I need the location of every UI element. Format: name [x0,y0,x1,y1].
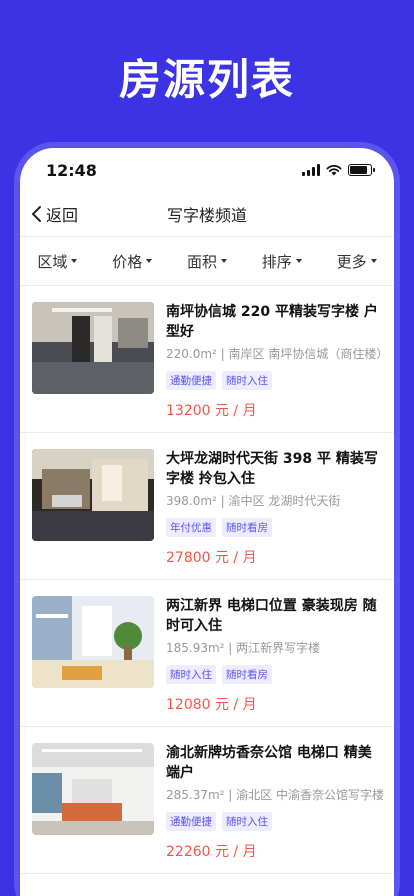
listing-title: 大坪龙湖时代天街 398 平 精装写字楼 拎包入住 [166,451,378,487]
filter-price[interactable]: 价格 [112,251,153,272]
caret-down-icon [370,259,377,263]
listing-photo [32,743,154,835]
filter-sort[interactable]: 排序 [262,251,302,272]
listing-item[interactable]: 两江新界 电梯口位置 豪装现房 随时可入住 185.93m² | 两江新界写字楼… [20,580,394,727]
listing-info: 渝北新牌坊香奈公馆 电梯口 精美端户 285.37m² | 渝北区 中渝香奈公馆… [166,743,384,860]
banner-title: 房源列表 [118,55,295,104]
listing-tag: 年付优惠 [166,518,216,537]
listing-meta: 285.37m² | 渝北区 中渝香奈公馆写字楼 [166,788,384,802]
listing-info: 两江新界 电梯口位置 豪装现房 随时可入住 185.93m² | 两江新界写字楼… [166,596,384,713]
listing-tag: 随时看房 [222,518,272,537]
listing-price: 12080 元 / 月 [166,697,257,713]
listing-title: 两江新界 电梯口位置 豪装现房 随时可入住 [166,598,377,634]
nav-bar: 返回 写字楼频道 [20,192,394,236]
listing-title: 渝北新牌坊香奈公馆 电梯口 精美端户 [166,745,372,781]
listing-tag: 通勤便捷 [166,371,216,390]
battery-icon [348,164,375,176]
listing-tags: 随时入住 随时看房 [166,665,384,684]
signal-icon [302,164,320,176]
filter-label: 排序 [261,252,292,271]
listing-price: 13200 元 / 月 [166,403,257,419]
wifi-icon [326,165,342,176]
listing-tags: 通勤便捷 随时入住 [166,812,384,831]
listing-price: 22260 元 / 月 [166,844,257,860]
listing-photo [32,449,154,541]
status-icons [302,164,375,176]
listing-item[interactable]: 南坪协信城 220 平精装写字楼 户型好 220.0m² | 南岸区 南坪协信城… [20,286,394,433]
filter-label: 区域 [37,252,68,271]
listing-info: 大坪龙湖时代天街 398 平 精装写字楼 拎包入住 398.0m² | 渝中区 … [166,449,384,566]
listing-tag: 随时入住 [222,371,272,390]
caret-down-icon [146,259,153,263]
filter-bar: 区域 价格 面积 排序 更多 [20,236,394,286]
battery-level [350,166,367,174]
status-time: 12:48 [46,160,97,180]
listing-info: 南坪协信城 220 平精装写字楼 户型好 220.0m² | 南岸区 南坪协信城… [166,302,389,419]
listing-tags: 通勤便捷 随时入住 [166,371,384,390]
filter-label: 面积 [186,252,217,271]
filter-region[interactable]: 区域 [37,251,78,272]
listing-meta: 185.93m² | 两江新界写字楼 [166,641,321,655]
listing-meta: 398.0m² | 渝中区 龙湖时代天街 [166,494,341,508]
app-screen: 12:48 返回 写字楼频道 区域 价格 面积 排序 更多 南坪协信城 220 … [20,148,394,896]
listing-photo [32,596,154,688]
listing-item[interactable]: 渝北新牌坊香奈公馆 电梯口 精美端户 285.37m² | 渝北区 中渝香奈公馆… [20,727,394,874]
listing-tag: 随时入住 [222,812,272,831]
listing-price: 27800 元 / 月 [166,550,257,566]
listing-tags: 年付优惠 随时看房 [166,518,384,537]
filter-label: 更多 [336,252,367,271]
status-bar: 12:48 [20,148,394,192]
listing-item[interactable]: 大坪龙湖时代天街 398 平 精装写字楼 拎包入住 398.0m² | 渝中区 … [20,433,394,580]
phone-frame: 12:48 返回 写字楼频道 区域 价格 面积 排序 更多 南坪协信城 220 … [14,142,400,896]
caret-down-icon [221,259,227,263]
listing-photo [32,302,154,394]
filter-label: 价格 [112,252,143,271]
back-label: 返回 [46,206,79,225]
listing-tag: 随时入住 [166,665,216,684]
back-button[interactable]: 返回 [30,192,78,236]
chevron-left-icon [32,206,41,222]
listing-title: 南坪协信城 220 平精装写字楼 户型好 [166,304,378,340]
listing-meta: 220.0m² | 南岸区 南坪协信城（商住楼） [166,347,389,361]
listing-list: 南坪协信城 220 平精装写字楼 户型好 220.0m² | 南岸区 南坪协信城… [20,286,394,874]
listing-tag: 通勤便捷 [166,812,216,831]
caret-down-icon [295,259,302,263]
filter-area[interactable]: 面积 [187,251,227,272]
filter-more[interactable]: 更多 [337,251,377,272]
listing-tag: 随时看房 [222,665,272,684]
caret-down-icon [71,259,78,263]
